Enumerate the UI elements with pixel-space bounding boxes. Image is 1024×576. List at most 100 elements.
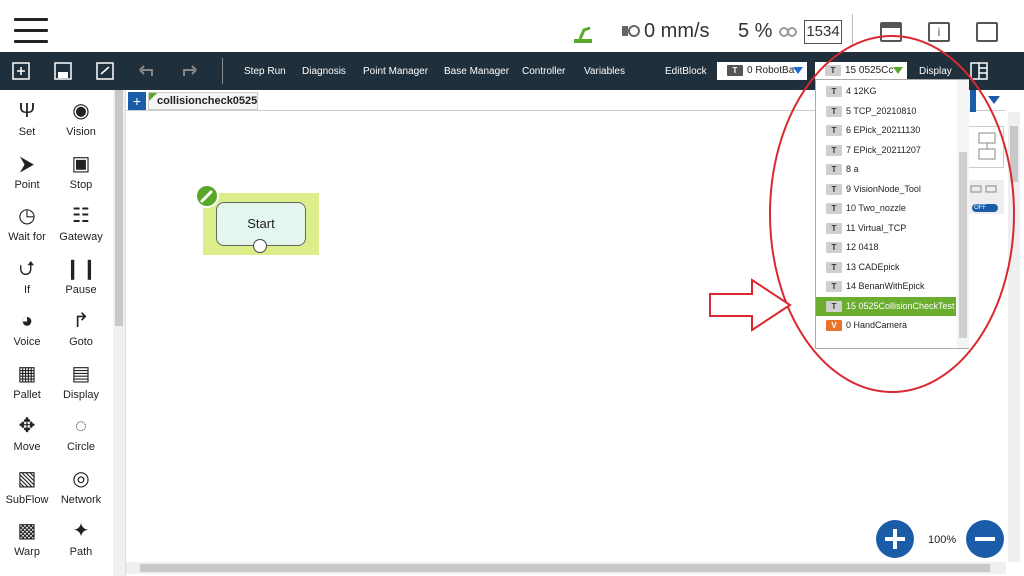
tool-network[interactable]: ◎ Network xyxy=(54,466,108,506)
tool-set[interactable]: Ψ Set xyxy=(0,98,54,138)
path-icon: ✦ xyxy=(72,520,90,542)
tool-path[interactable]: ✦ Path xyxy=(54,518,108,558)
tool-pause[interactable]: ❙❙ Pause xyxy=(54,256,108,296)
document-icon[interactable] xyxy=(976,22,998,42)
tcp-type-badge: T xyxy=(826,281,842,293)
stop-icon: ▣ xyxy=(71,152,91,175)
variables-button[interactable]: Variables xyxy=(584,66,625,77)
speed-readout: 0 mm/s xyxy=(644,20,710,42)
tcp-option-label: 10 Two_nozzle xyxy=(846,203,906,213)
tcp-type-badge: T xyxy=(826,86,842,98)
tool-goto[interactable]: ↱ Goto xyxy=(54,308,108,348)
point-manager-button[interactable]: Point Manager xyxy=(363,66,428,77)
info-icon[interactable]: i xyxy=(928,22,950,42)
tool-pallet[interactable]: ▦ Pallet xyxy=(0,361,54,401)
tab-collisioncheck0525[interactable]: collisioncheck0525 xyxy=(148,92,258,110)
new-project-icon[interactable] xyxy=(12,62,30,80)
palette-scrollbar[interactable] xyxy=(113,90,125,576)
zoom-out-button[interactable] xyxy=(966,520,1004,558)
step-run-button[interactable]: Step Run xyxy=(244,66,286,77)
controller-button[interactable]: Controller xyxy=(522,66,565,77)
dropdown-scrollbar[interactable] xyxy=(957,80,969,348)
tcp-type-badge: T xyxy=(825,64,841,76)
status-code: 1534 xyxy=(804,20,842,44)
pause-icon: ❙❙ xyxy=(64,257,98,280)
tcp-option[interactable]: T 11 Virtual_TCP xyxy=(816,219,956,238)
tcp-option[interactable]: T 9 VisionNode_Tool xyxy=(816,180,956,199)
tool-wait-for[interactable]: ◷ Wait for xyxy=(0,203,54,243)
tcp-select[interactable]: T 15 0525Cc xyxy=(815,62,907,80)
menu-icon[interactable] xyxy=(14,18,48,44)
tcp-option[interactable]: T 15 0525CollisionCheckTest xyxy=(816,296,956,316)
tool-display[interactable]: ▤ Display xyxy=(54,361,108,401)
tcp-option[interactable]: T 6 EPick_20211130 xyxy=(816,121,956,140)
start-node-output-port[interactable] xyxy=(253,239,267,253)
open-icon[interactable] xyxy=(96,62,114,80)
base-select[interactable]: T 0 RobotBa xyxy=(717,62,807,80)
tool-gateway[interactable]: ☷ Gateway xyxy=(54,203,108,243)
tool-label: Path xyxy=(69,546,93,558)
zoom-in-button[interactable] xyxy=(876,520,914,558)
tool-if[interactable]: ⮍ If xyxy=(0,256,54,296)
tool-warp[interactable]: ▩ Warp xyxy=(0,518,54,558)
tcp-option[interactable]: T 10 Two_nozzle xyxy=(816,199,956,218)
tcp-option-label: 5 TCP_20210810 xyxy=(846,105,917,116)
tcp-option[interactable]: T 7 EPick_20211207 xyxy=(816,141,956,160)
layout-icon[interactable] xyxy=(970,62,988,80)
tool-vision[interactable]: ◉ Vision xyxy=(54,98,108,138)
tcp-option-label: 7 EPick_20211207 xyxy=(846,144,921,155)
tcp-option[interactable]: T 12 0418 xyxy=(816,238,956,257)
tcp-option-label: 15 0525CollisionCheckTest xyxy=(846,300,955,311)
tcp-option[interactable]: T 8 a xyxy=(816,160,956,179)
tcp-option[interactable]: V 0 HandCamera xyxy=(816,316,956,335)
tool-stop[interactable]: ▣ Stop xyxy=(54,151,108,191)
tool-label: Point xyxy=(14,178,40,191)
canvas-vertical-scrollbar[interactable] xyxy=(1008,112,1020,562)
status-bar: 0 mm/s 5 % 1534 i xyxy=(0,0,1024,52)
horizontal-scroll-thumb[interactable] xyxy=(140,564,990,572)
warp-icon: ▩ xyxy=(17,520,37,542)
vertical-scroll-thumb[interactable] xyxy=(1010,126,1018,182)
flowchart-thumbnail-icon[interactable] xyxy=(968,126,1004,168)
tcp-option[interactable]: T 5 TCP_20210810 xyxy=(816,102,956,121)
right-panel-accent xyxy=(970,90,976,112)
chevron-down-icon[interactable] xyxy=(988,96,1000,104)
display-button[interactable]: Display xyxy=(919,66,952,77)
undo-icon[interactable] xyxy=(138,62,156,80)
tool-circle[interactable]: ◌ Circle xyxy=(54,413,108,453)
tcp-select-value: 15 0525Cc xyxy=(845,65,894,76)
canvas-horizontal-scrollbar[interactable] xyxy=(126,562,1006,574)
move-icon: ✥ xyxy=(18,415,36,437)
tcp-option-label: 4 12KG xyxy=(846,86,877,96)
editblock-button[interactable]: EditBlock xyxy=(665,66,707,77)
dropdown-scroll-thumb[interactable] xyxy=(959,152,967,338)
tool-move[interactable]: ✥ Move xyxy=(0,413,54,453)
edit-pencil-icon[interactable] xyxy=(195,184,219,208)
diagnosis-button[interactable]: Diagnosis xyxy=(302,66,346,77)
tcp-option-label: 6 EPick_20211130 xyxy=(846,125,921,135)
tcp-option[interactable]: T 14 BenanWithEpick xyxy=(816,277,956,296)
pallet-icon: ▦ xyxy=(17,362,37,385)
tcp-option[interactable]: T 4 12KG xyxy=(816,82,956,101)
base-manager-button[interactable]: Base Manager xyxy=(444,66,509,77)
tool-point[interactable]: ⮞ Point xyxy=(0,151,54,191)
tool-label: SubFlow xyxy=(5,493,49,506)
chevron-down-icon xyxy=(793,67,803,74)
tcp-option[interactable]: T 13 CADEpick xyxy=(816,258,956,277)
add-tab-button[interactable]: + xyxy=(128,92,146,110)
tcp-option-label: 8 a xyxy=(846,164,859,174)
tcp-dropdown-list: T4 12KG T 5 TCP_20210810 T 6 EPick_20211130 T… xyxy=(815,79,969,349)
palette-scroll-thumb[interactable] xyxy=(115,90,123,326)
save-icon[interactable] xyxy=(54,62,72,80)
off-toggle[interactable]: OFF xyxy=(972,204,998,212)
vision-icon: ◉ xyxy=(72,100,90,122)
tcp-type-badge: T xyxy=(826,261,842,273)
tcp-type-badge: T xyxy=(826,242,842,254)
tool-subflow[interactable]: ▧ SubFlow xyxy=(0,466,54,506)
tcp-option-label: 0 HandCamera xyxy=(846,320,908,330)
redo-icon[interactable] xyxy=(180,62,198,80)
keyboard-icon[interactable] xyxy=(880,22,902,42)
tcp-type-badge: T xyxy=(826,164,842,176)
tool-label: Wait for xyxy=(8,231,46,243)
tool-voice[interactable]: ◕ Voice xyxy=(0,308,54,348)
